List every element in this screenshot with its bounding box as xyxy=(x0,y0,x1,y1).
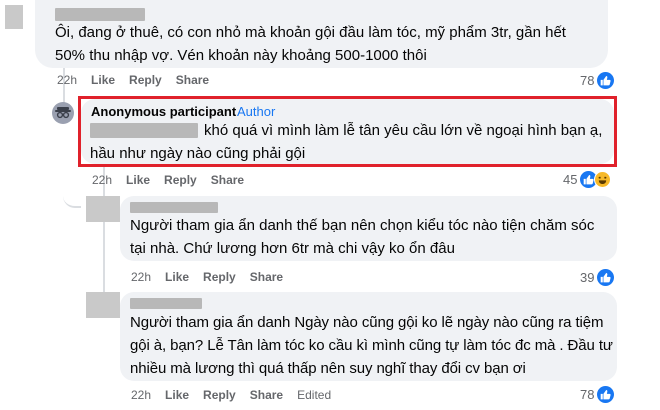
commenter-avatar[interactable] xyxy=(86,196,120,222)
like-button[interactable]: Like xyxy=(165,270,189,284)
like-button[interactable]: Like xyxy=(91,73,115,87)
reaction-count: 39 xyxy=(580,270,595,285)
redacted-name xyxy=(130,202,218,213)
haha-icon xyxy=(594,171,612,188)
comment-bubble: Người tham gia ẩn danh thế bạn nên chọn … xyxy=(120,196,617,261)
share-button[interactable]: Share xyxy=(250,270,283,284)
comment-text: khó quá vì mình làm lễ tân yêu cầu lớn v… xyxy=(90,122,603,162)
like-icon xyxy=(597,386,615,403)
share-button[interactable]: Share xyxy=(250,388,283,402)
reaction-count: 78 xyxy=(580,73,595,88)
comment-actions: 22h Like Reply Share Edited xyxy=(131,387,345,403)
reaction-count: 45 xyxy=(563,172,578,187)
reaction-summary[interactable]: 78 xyxy=(580,386,615,403)
reply-button[interactable]: Reply xyxy=(203,388,236,402)
reaction-summary[interactable]: 45 xyxy=(563,171,612,188)
comment-time[interactable]: 22h xyxy=(131,388,151,402)
comment-text: Người tham gia ẩn danh Ngày nào cũng gội… xyxy=(130,314,613,377)
comment-time[interactable]: 22h xyxy=(57,73,77,87)
redacted-name xyxy=(130,298,202,309)
comment-bubble: Người tham gia ẩn danh Ngày nào cũng gội… xyxy=(120,292,617,381)
edited-label: Edited xyxy=(297,388,332,402)
reply-button[interactable]: Reply xyxy=(164,173,197,187)
comment-actions: 22h Like Reply Share xyxy=(92,172,258,188)
author-name[interactable]: Anonymous participant xyxy=(91,104,236,119)
comment-text: Người tham gia ẩn danh thế bạn nên chọn … xyxy=(130,217,595,257)
anonymous-avatar-icon[interactable] xyxy=(52,102,74,124)
like-icon xyxy=(597,72,615,89)
author-comment-bubble: Anonymous participant Author khó quá vì … xyxy=(81,99,614,164)
comment-time[interactable]: 22h xyxy=(92,173,112,187)
commenter-avatar[interactable] xyxy=(5,5,23,29)
comment-time[interactable]: 22h xyxy=(131,270,151,284)
redacted-name xyxy=(55,8,145,21)
author-badge: Author xyxy=(237,104,276,119)
reaction-summary[interactable]: 78 xyxy=(580,72,615,89)
like-button[interactable]: Like xyxy=(126,173,150,187)
share-button[interactable]: Share xyxy=(211,173,244,187)
share-button[interactable]: Share xyxy=(176,73,209,87)
like-button[interactable]: Like xyxy=(165,388,189,402)
commenter-avatar[interactable] xyxy=(86,292,120,318)
like-icon xyxy=(597,269,615,286)
reaction-count: 78 xyxy=(580,387,595,402)
comment-text: Ôi, đang ở thuê, có con nhỏ mà khoản gội… xyxy=(55,24,566,64)
comment-bubble: Ôi, đang ở thuê, có con nhỏ mà khoản gội… xyxy=(35,0,608,68)
comment-actions: 22h Like Reply Share xyxy=(131,269,297,285)
reply-button[interactable]: Reply xyxy=(203,270,236,284)
reply-button[interactable]: Reply xyxy=(129,73,162,87)
comment-actions: 22h Like Reply Share xyxy=(57,72,223,88)
reaction-summary[interactable]: 39 xyxy=(580,269,615,286)
